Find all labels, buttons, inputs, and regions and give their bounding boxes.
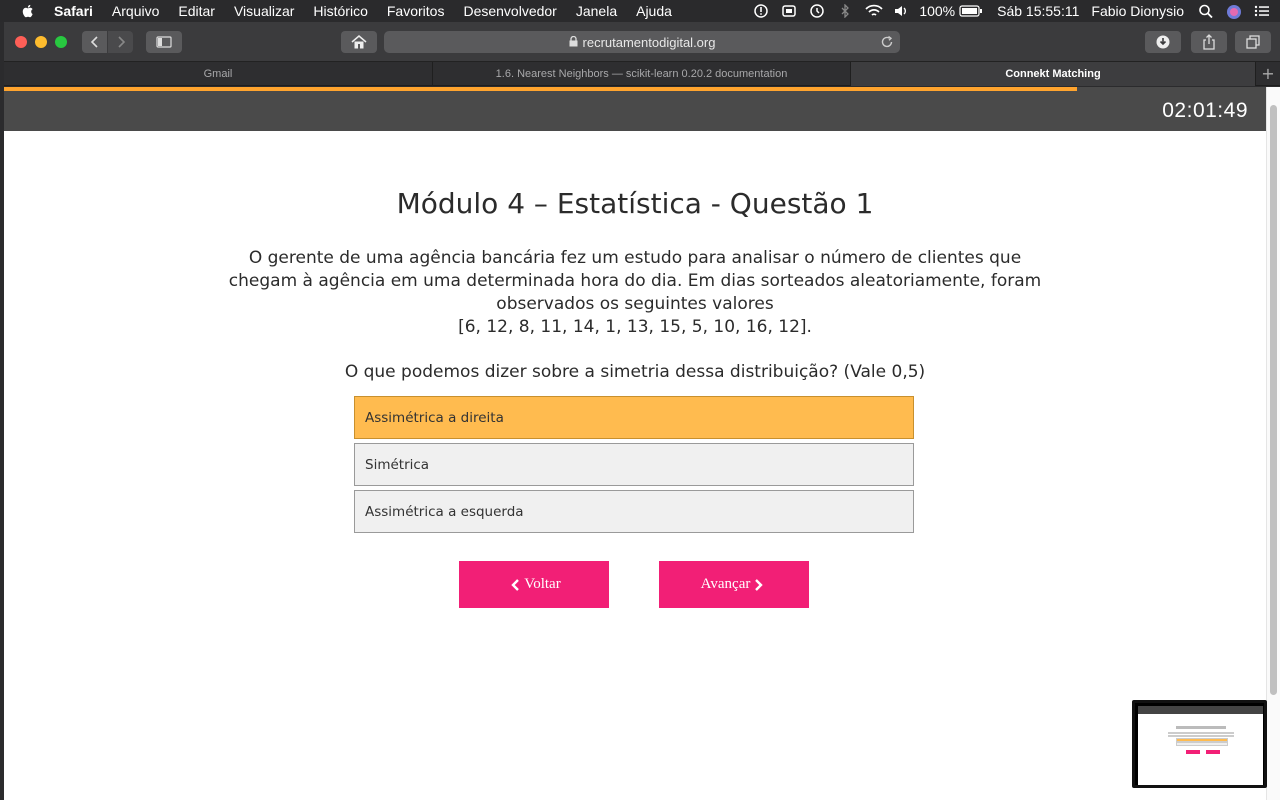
option-label: Simétrica — [365, 456, 430, 473]
volume-icon[interactable] — [893, 4, 909, 18]
clock[interactable]: Sáb 15:55:11 — [997, 3, 1079, 19]
tab-gmail[interactable]: Gmail — [4, 62, 433, 86]
menu-janela[interactable]: Janela — [576, 3, 617, 19]
exam-header: 02:01:49 — [4, 87, 1266, 131]
tab-connekt-matching[interactable]: Connekt Matching — [851, 62, 1256, 86]
tab-label: 1.6. Nearest Neighbors — scikit-learn 0.… — [495, 68, 788, 80]
answer-option-simetrica[interactable]: Simétrica — [354, 443, 914, 486]
url-text: recrutamentodigital.org — [582, 34, 716, 50]
scrollbar-thumb[interactable] — [1270, 105, 1277, 695]
home-icon — [351, 35, 367, 49]
info-circle-icon[interactable] — [753, 4, 769, 18]
fullscreen-window-button[interactable] — [55, 36, 67, 48]
search-icon[interactable] — [1198, 4, 1214, 19]
back-question-button[interactable]: Voltar — [459, 561, 609, 608]
drive-icon[interactable] — [781, 4, 797, 18]
answer-option-assimetrica-esquerda[interactable]: Assimétrica a esquerda — [354, 490, 914, 533]
option-label: Assimétrica a direita — [365, 409, 504, 426]
tabs-icon — [1246, 35, 1260, 49]
sidebar-toggle-button[interactable] — [146, 31, 182, 53]
apple-icon[interactable] — [20, 3, 36, 19]
menu-app-name[interactable]: Safari — [54, 3, 93, 19]
answer-option-assimetrica-direita[interactable]: Assimétrica a direita — [354, 396, 914, 439]
chevron-right-icon — [117, 36, 125, 48]
back-button[interactable] — [82, 31, 107, 53]
menu-arquivo[interactable]: Arquivo — [112, 3, 159, 19]
battery-percent: 100% — [919, 3, 956, 19]
tab-bar: Gmail 1.6. Nearest Neighbors — scikit-le… — [4, 62, 1280, 86]
menu-ajuda[interactable]: Ajuda — [636, 3, 672, 19]
lock-icon — [569, 35, 578, 50]
notification-center-icon[interactable] — [1254, 4, 1270, 18]
menu-desenvolvedor[interactable]: Desenvolvedor — [463, 3, 556, 19]
question-title: Módulo 4 – Estatística - Questão 1 — [396, 187, 874, 220]
question-line: observados os seguintes valores — [496, 294, 774, 314]
question-prompt: O que podemos dizer sobre a simetria des… — [344, 362, 926, 382]
plus-icon: + — [1261, 64, 1275, 83]
share-icon — [1203, 34, 1215, 50]
home-button[interactable] — [341, 31, 377, 53]
download-icon — [1156, 35, 1170, 49]
minimize-window-button[interactable] — [35, 36, 47, 48]
countdown-timer: 02:01:49 — [1162, 99, 1248, 122]
close-window-button[interactable] — [15, 36, 27, 48]
next-label: Avançar — [700, 576, 751, 592]
page-scrollbar[interactable] — [1266, 87, 1280, 800]
menu-favoritos[interactable]: Favoritos — [387, 3, 445, 19]
share-button[interactable] — [1191, 31, 1227, 53]
reload-icon[interactable] — [880, 35, 894, 49]
screen-recording-thumbnail[interactable] — [1132, 700, 1267, 788]
next-question-button[interactable]: Avançar — [659, 561, 809, 608]
tab-label: Gmail — [203, 68, 233, 80]
forward-button[interactable] — [108, 31, 133, 53]
battery-icon[interactable] — [959, 4, 983, 18]
browser-toolbar: recrutamentodigital.org — [4, 22, 1280, 62]
sidebar-icon — [156, 36, 172, 48]
tab-label: Connekt Matching — [1005, 68, 1101, 80]
siri-icon[interactable] — [1226, 4, 1242, 19]
web-page: 02:01:49 Módulo 4 – Estatística - Questã… — [4, 87, 1266, 800]
menu-editar[interactable]: Editar — [178, 3, 215, 19]
downloads-button[interactable] — [1145, 31, 1181, 53]
exam-progress-bar — [4, 87, 1077, 91]
question-line: chegam à agência em uma determinada hora… — [228, 271, 1042, 291]
menu-visualizar[interactable]: Visualizar — [234, 3, 294, 19]
time-machine-icon[interactable] — [809, 4, 825, 18]
thumbnail-preview — [1138, 706, 1263, 785]
question-text: O gerente de uma agência bancária fez um… — [214, 247, 1056, 339]
option-label: Assimétrica a esquerda — [365, 503, 524, 520]
tab-overview-button[interactable] — [1235, 31, 1271, 53]
tab-scikit-learn[interactable]: 1.6. Nearest Neighbors — scikit-learn 0.… — [433, 62, 851, 86]
new-tab-button[interactable]: + — [1256, 62, 1280, 85]
bluetooth-icon[interactable] — [837, 3, 853, 19]
wifi-icon[interactable] — [865, 4, 883, 18]
answer-options: Assimétrica a direita Simétrica Assimétr… — [354, 396, 914, 537]
menu-historico[interactable]: Histórico — [313, 3, 367, 19]
address-bar[interactable]: recrutamentodigital.org — [384, 31, 900, 53]
chevron-left-icon — [511, 578, 520, 591]
chevron-left-icon — [90, 36, 98, 48]
question-data-values: [6, 12, 8, 11, 14, 1, 13, 15, 5, 10, 16,… — [458, 317, 812, 337]
question-line: O gerente de uma agência bancária fez um… — [248, 248, 1022, 268]
chevron-right-icon — [755, 578, 764, 591]
macos-menubar: Safari Arquivo Editar Visualizar Históri… — [0, 0, 1280, 22]
user-name[interactable]: Fabio Dionysio — [1091, 3, 1184, 19]
back-label: Voltar — [524, 576, 561, 592]
